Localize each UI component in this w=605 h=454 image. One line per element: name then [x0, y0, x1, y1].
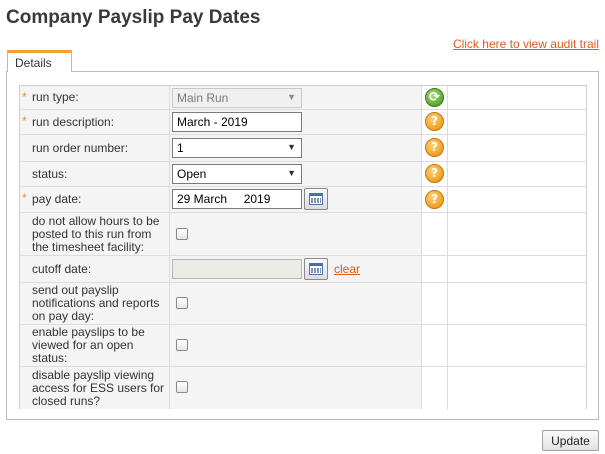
- row-status: status: Open ▼ ?: [20, 162, 586, 187]
- run-type-value: Main Run: [177, 91, 229, 105]
- details-panel: * run type: Main Run ▼ ⟳ * run descripti…: [6, 71, 599, 420]
- run-description-input[interactable]: [172, 112, 302, 132]
- clear-link[interactable]: clear: [334, 262, 360, 276]
- page-title: Company Payslip Pay Dates: [6, 7, 261, 28]
- send-notifications-checkbox[interactable]: [176, 297, 188, 309]
- run-order-number-value: 1: [177, 141, 184, 155]
- chevron-down-icon: ▼: [287, 142, 296, 152]
- required-marker: *: [22, 191, 27, 205]
- required-marker: *: [22, 90, 27, 104]
- pay-date-label: pay date:: [32, 192, 82, 206]
- row-cutoff-date: cutoff date: clear: [20, 256, 586, 283]
- run-type-select[interactable]: Main Run ▼: [172, 88, 302, 108]
- run-order-number-label: run order number:: [32, 140, 129, 155]
- run-description-label: run description:: [32, 114, 115, 129]
- no-timesheet-hours-checkbox[interactable]: [176, 228, 188, 240]
- disable-ess-closed-checkbox[interactable]: [176, 381, 188, 393]
- row-run-description: * run description: ?: [20, 110, 586, 135]
- calendar-icon[interactable]: [304, 188, 328, 210]
- status-select[interactable]: Open ▼: [172, 164, 302, 184]
- run-type-label: run type:: [32, 90, 79, 104]
- chevron-down-icon: ▼: [287, 92, 296, 102]
- enable-open-viewing-label: enable payslips to be viewed for an open…: [32, 325, 145, 365]
- row-send-notifications: send out payslip notifications and repor…: [20, 283, 586, 325]
- help-icon[interactable]: ?: [425, 112, 444, 131]
- status-value: Open: [177, 167, 207, 181]
- enable-open-viewing-checkbox[interactable]: [176, 339, 188, 351]
- status-label: status:: [32, 166, 68, 181]
- audit-trail-link[interactable]: Click here to view audit trail: [453, 37, 599, 51]
- row-no-timesheet-hours: do not allow hours to be posted to this …: [20, 213, 586, 256]
- update-button[interactable]: Update: [542, 430, 599, 451]
- refresh-icon[interactable]: ⟳: [425, 88, 444, 107]
- cutoff-date-input[interactable]: [172, 259, 302, 279]
- calendar-icon[interactable]: [304, 258, 328, 280]
- row-enable-open-viewing: enable payslips to be viewed for an open…: [20, 325, 586, 367]
- help-icon[interactable]: ?: [425, 164, 444, 183]
- cutoff-date-label: cutoff date:: [32, 261, 92, 276]
- pay-date-input[interactable]: [172, 189, 302, 209]
- row-pay-date: * pay date: ?: [20, 187, 586, 213]
- row-run-type: * run type: Main Run ▼ ⟳: [20, 86, 586, 110]
- run-order-number-select[interactable]: 1 ▼: [172, 138, 302, 158]
- row-disable-ess-closed: disable payslip viewing access for ESS u…: [20, 367, 586, 409]
- disable-ess-closed-label: disable payslip viewing access for ESS u…: [32, 367, 165, 408]
- send-notifications-label: send out payslip notifications and repor…: [32, 283, 160, 323]
- required-marker: *: [22, 114, 27, 128]
- help-icon[interactable]: ?: [425, 190, 444, 209]
- row-run-order-number: run order number: 1 ▼ ?: [20, 135, 586, 162]
- tab-details[interactable]: Details: [7, 50, 72, 72]
- no-timesheet-hours-label: do not allow hours to be posted to this …: [32, 213, 160, 254]
- help-icon[interactable]: ?: [425, 138, 444, 157]
- form-grid: * run type: Main Run ▼ ⟳ * run descripti…: [19, 85, 587, 409]
- chevron-down-icon: ▼: [287, 168, 296, 178]
